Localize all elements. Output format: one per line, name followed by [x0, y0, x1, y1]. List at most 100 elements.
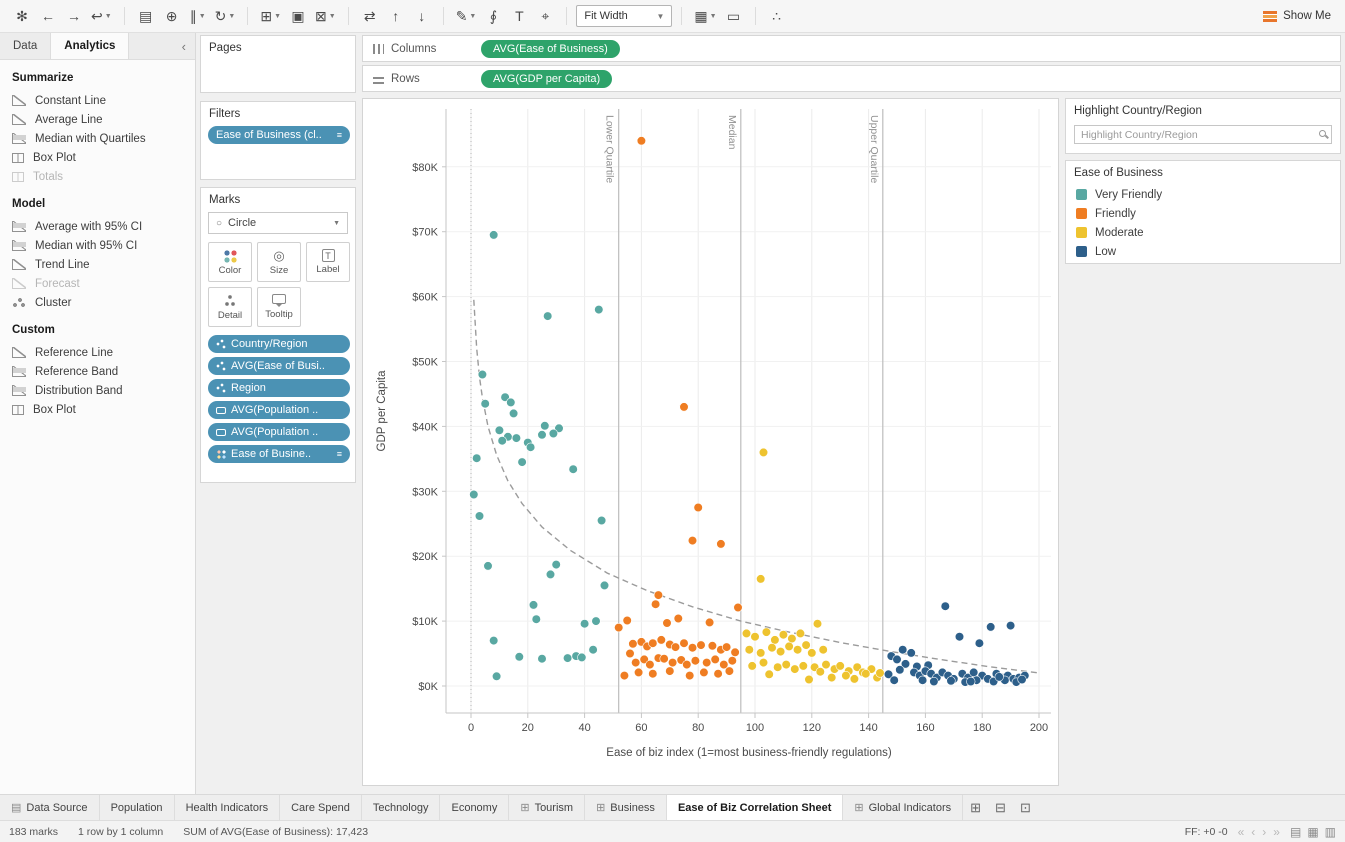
scatter-point[interactable] — [526, 443, 535, 452]
scatter-point[interactable] — [498, 436, 507, 445]
highlight-button[interactable]: ✎▼ — [453, 4, 480, 28]
analytics-item-constant-line[interactable]: Constant Line — [12, 91, 183, 110]
scatter-point[interactable] — [512, 434, 521, 443]
mark-pill-avg-ease-of-busi[interactable]: AVG(Ease of Busi.. — [208, 357, 350, 375]
sheet-tab-business[interactable]: ⊞Business — [585, 795, 667, 820]
scatter-point[interactable] — [836, 662, 845, 671]
analytics-item-reference-line[interactable]: Reference Line — [12, 343, 183, 362]
pane-tab-analytics[interactable]: Analytics — [51, 33, 129, 59]
scatter-point[interactable] — [731, 648, 740, 657]
sheet-tab-population[interactable]: Population — [100, 795, 175, 820]
legend-item-moderate[interactable]: Moderate — [1076, 223, 1330, 242]
scatter-point[interactable] — [680, 639, 689, 648]
scatter-point[interactable] — [543, 312, 552, 321]
scatter-point[interactable] — [802, 641, 811, 650]
scatter-point[interactable] — [722, 643, 731, 652]
analytics-item-median-with-quartiles[interactable]: Median with Quartiles — [12, 129, 183, 148]
scatter-point[interactable] — [674, 614, 683, 623]
scatter-point[interactable] — [765, 670, 774, 679]
scatter-point[interactable] — [816, 667, 825, 676]
collapse-pane-icon[interactable]: ‹ — [173, 33, 195, 59]
scatter-point[interactable] — [1018, 675, 1027, 684]
scatter-point[interactable] — [614, 623, 623, 632]
scatter-point[interactable] — [595, 305, 604, 314]
scatter-point[interactable] — [822, 660, 831, 669]
presentation-mode-button[interactable]: ▭ — [722, 4, 746, 28]
scatter-point[interactable] — [691, 656, 700, 665]
back-button[interactable]: ← — [36, 4, 60, 28]
scatter-point[interactable] — [685, 671, 694, 680]
scatter-point[interactable] — [666, 667, 675, 676]
scatter-point[interactable] — [623, 616, 632, 625]
scatter-point[interactable] — [805, 675, 814, 684]
scatter-point[interactable] — [529, 601, 538, 610]
scatter-point[interactable] — [773, 663, 782, 672]
scatter-point[interactable] — [986, 623, 995, 632]
scatter-point[interactable] — [702, 658, 711, 667]
scatter-point[interactable] — [472, 454, 481, 463]
scatter-point[interactable] — [646, 660, 655, 669]
scatter-point[interactable] — [649, 639, 658, 648]
scatter-point[interactable] — [808, 649, 817, 658]
mark-pill-country-region[interactable]: Country/Region — [208, 335, 350, 353]
scatter-point[interactable] — [995, 673, 1004, 682]
scatter-point[interactable] — [779, 630, 788, 639]
scatter-point[interactable] — [941, 602, 950, 611]
scatter-point[interactable] — [683, 660, 692, 669]
scatter-point[interactable] — [748, 662, 757, 671]
scatter-point[interactable] — [762, 628, 771, 637]
scatter-point[interactable] — [771, 636, 780, 645]
scatter-point[interactable] — [759, 448, 768, 457]
rows-pill-avg-gdp-per-capita[interactable]: AVG(GDP per Capita) — [481, 70, 612, 88]
columns-pill-avg-ease-of-business[interactable]: AVG(Ease of Business) — [481, 40, 620, 58]
pause-updates-button[interactable]: ∥▼ — [186, 4, 210, 28]
scatter-point[interactable] — [589, 645, 598, 654]
duplicate-sheet-button[interactable]: ▣ — [286, 4, 310, 28]
scatter-point[interactable] — [813, 619, 822, 628]
sheet-tab-data-source[interactable]: ▤Data Source — [0, 795, 100, 820]
sort-ascending-button[interactable]: ↑ — [384, 4, 408, 28]
scatter-point[interactable] — [842, 671, 851, 680]
mark-pill-avg-population[interactable]: AVG(Population .. — [208, 423, 350, 441]
scatter-point[interactable] — [975, 639, 984, 648]
scatter-point[interactable] — [515, 653, 524, 662]
scatter-point[interactable] — [896, 666, 905, 675]
scatter-point[interactable] — [549, 429, 558, 438]
fit-width-selector[interactable]: Fit Width▼ — [576, 5, 672, 27]
scatter-point[interactable] — [495, 426, 504, 435]
last-page-button[interactable]: » — [1273, 825, 1280, 839]
mark-button-color[interactable]: Color — [208, 242, 252, 282]
next-page-button[interactable]: › — [1262, 825, 1266, 839]
filter-pill-ease-of-business-cl[interactable]: Ease of Business (cl..≡ — [208, 126, 350, 144]
new-datasource-button[interactable]: ⊕ — [160, 4, 184, 28]
sheet-tab-ease-of-biz-correlation-sheet[interactable]: Ease of Biz Correlation Sheet — [667, 795, 843, 820]
scatter-point[interactable] — [489, 231, 498, 240]
scatter-point[interactable] — [552, 560, 561, 569]
scatter-point[interactable] — [734, 603, 743, 612]
scatter-point[interactable] — [518, 458, 527, 467]
scatter-point[interactable] — [700, 668, 709, 677]
scatter-point[interactable] — [470, 490, 479, 499]
show-sheet-sorter-button[interactable]: ▤ — [1290, 825, 1301, 839]
show-filmstrip-button[interactable]: ▦ — [1307, 825, 1318, 839]
scatter-point[interactable] — [697, 641, 706, 650]
scatter-point[interactable] — [532, 615, 541, 624]
scatter-point[interactable] — [688, 536, 697, 545]
mark-button-tooltip[interactable]: Tooltip — [257, 287, 301, 327]
scatter-point[interactable] — [478, 370, 487, 379]
show-hide-cards-button[interactable]: ▦▼ — [691, 4, 719, 28]
scatter-point[interactable] — [850, 675, 859, 684]
scatter-point[interactable] — [563, 654, 572, 663]
scatter-point[interactable] — [827, 673, 836, 682]
scatter-point[interactable] — [634, 668, 643, 677]
scatter-point[interactable] — [898, 645, 907, 654]
new-story-tab-button[interactable]: ⊡ — [1013, 795, 1038, 820]
filters-shelf[interactable]: Filters Ease of Business (cl..≡ — [200, 101, 356, 180]
scatter-point[interactable] — [688, 643, 697, 652]
analytics-item-box-plot[interactable]: Box Plot — [12, 400, 183, 419]
scatter-point[interactable] — [668, 658, 677, 667]
sheet-tab-tourism[interactable]: ⊞Tourism — [509, 795, 585, 820]
legend-item-low[interactable]: Low — [1076, 242, 1330, 261]
scatter-point[interactable] — [759, 658, 768, 667]
sheet-tab-global-indicators[interactable]: ⊞Global Indicators — [843, 795, 963, 820]
